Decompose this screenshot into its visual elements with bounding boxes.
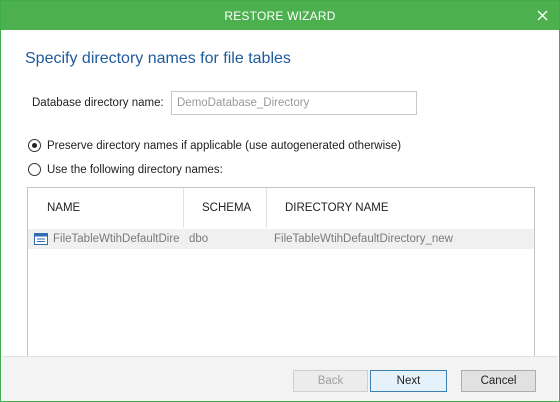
table-row[interactable]: FileTableWtihDefaultDire dbo FileTableWt… bbox=[28, 229, 534, 249]
cancel-button[interactable]: Cancel bbox=[461, 370, 536, 392]
back-button[interactable]: Back bbox=[293, 370, 368, 392]
column-divider[interactable] bbox=[183, 188, 184, 228]
preserve-names-option[interactable]: Preserve directory names if applicable (… bbox=[28, 139, 401, 152]
column-header-name[interactable]: NAME bbox=[47, 188, 80, 228]
page-title: Specify directory names for file tables bbox=[25, 50, 291, 67]
file-tables-grid[interactable]: NAME SCHEMA DIRECTORY NAME FileTableWtih… bbox=[27, 187, 535, 367]
database-directory-label: Database directory name: bbox=[32, 97, 164, 109]
preserve-names-radio[interactable] bbox=[28, 139, 41, 152]
column-header-directory-name[interactable]: DIRECTORY NAME bbox=[285, 188, 389, 228]
custom-names-radio[interactable] bbox=[28, 163, 41, 176]
database-directory-input[interactable] bbox=[171, 91, 417, 115]
custom-names-label: Use the following directory names: bbox=[47, 163, 223, 176]
column-divider[interactable] bbox=[266, 188, 267, 228]
table-icon bbox=[34, 233, 48, 245]
row-directory-cell[interactable]: FileTableWtihDefaultDirectory_new bbox=[274, 229, 524, 249]
grid-header: NAME SCHEMA DIRECTORY NAME bbox=[28, 188, 534, 228]
row-schema-cell: dbo bbox=[189, 233, 209, 245]
column-header-schema[interactable]: SCHEMA bbox=[202, 188, 251, 228]
window-title: RESTORE WIZARD bbox=[224, 8, 336, 23]
title-bar: RESTORE WIZARD bbox=[1, 1, 559, 30]
wizard-content: Specify directory names for file tables … bbox=[2, 31, 558, 367]
next-button[interactable]: Next bbox=[370, 370, 447, 392]
preserve-names-label: Preserve directory names if applicable (… bbox=[47, 139, 402, 152]
custom-names-option[interactable]: Use the following directory names: bbox=[28, 163, 223, 176]
row-name-text: FileTableWtihDefaultDire bbox=[53, 233, 180, 245]
row-name-cell: FileTableWtihDefaultDire bbox=[34, 229, 186, 249]
button-bar: Back Next Cancel bbox=[2, 356, 558, 401]
close-button[interactable] bbox=[531, 4, 553, 26]
restore-wizard-window: RESTORE WIZARD Specify directory names f… bbox=[0, 0, 560, 402]
close-icon bbox=[537, 10, 547, 20]
